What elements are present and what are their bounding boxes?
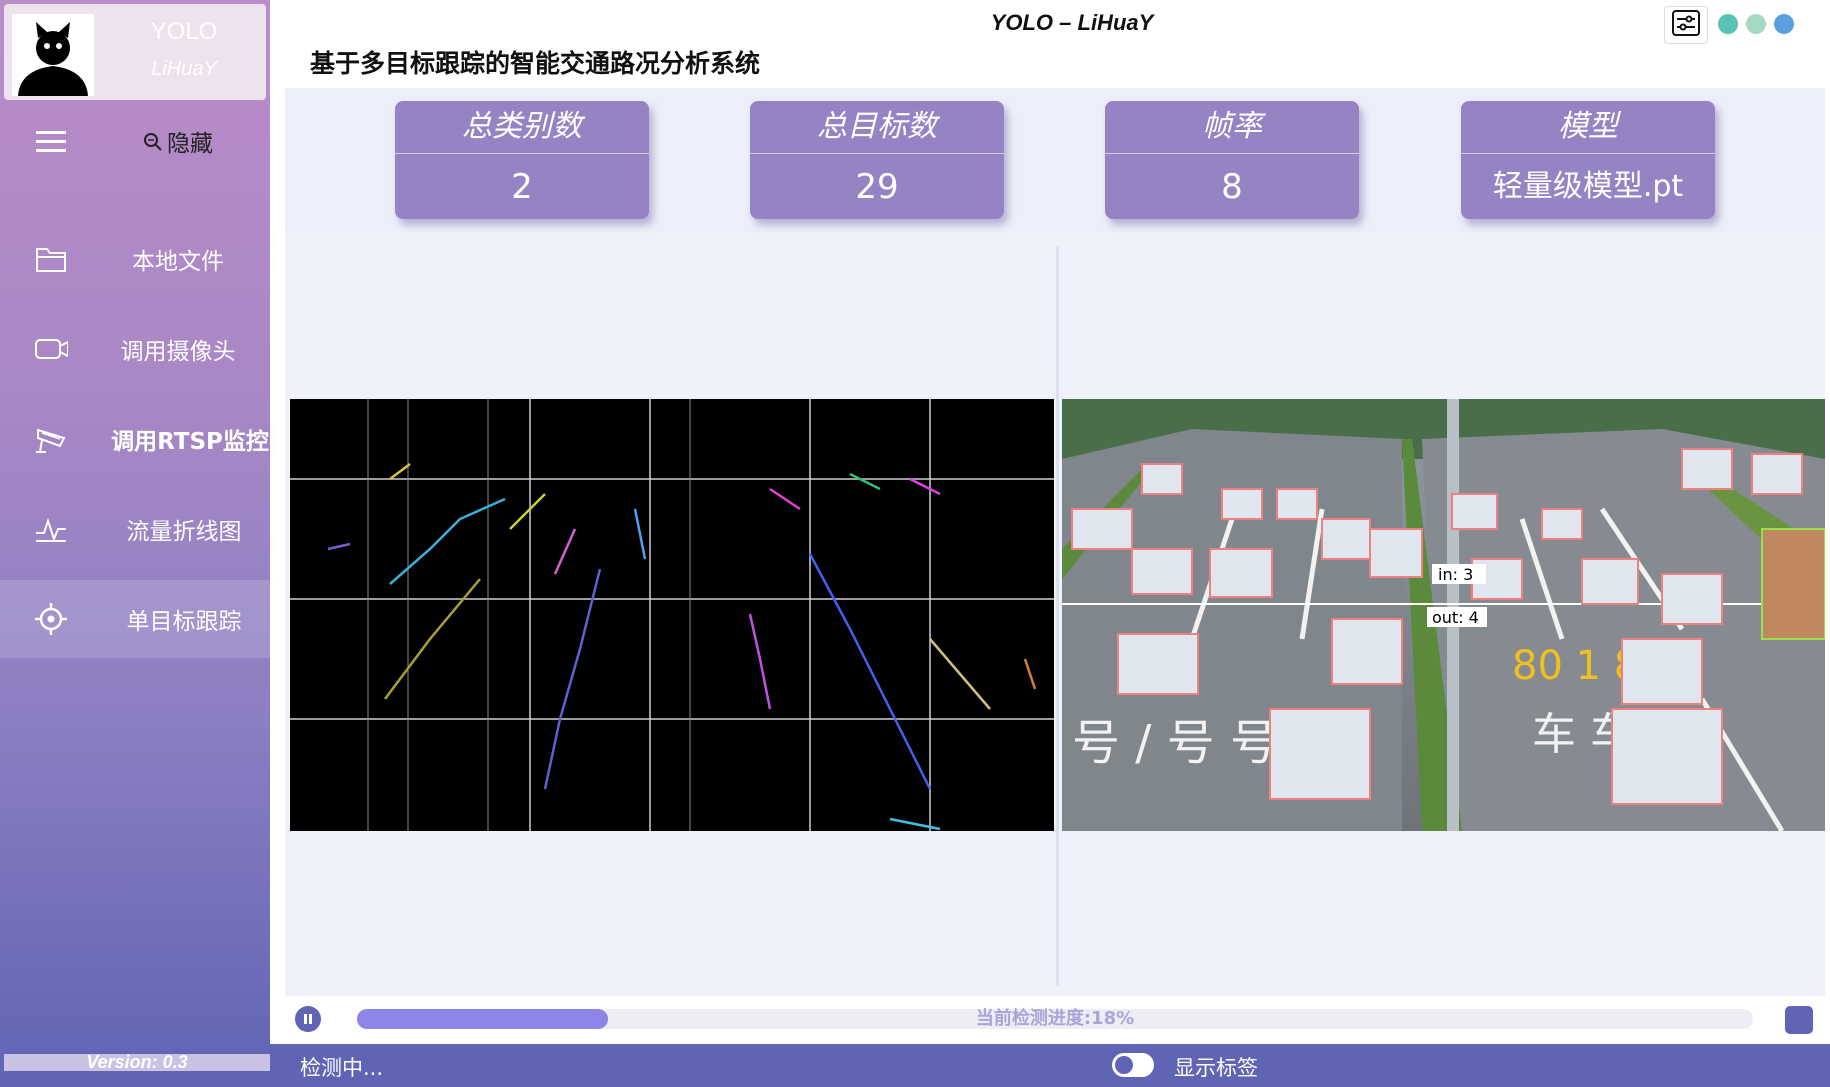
sidebar-item-label: 隐藏	[167, 131, 213, 157]
stat-card-model: 模型 轻量级模型.pt	[1461, 101, 1715, 219]
folder-icon	[34, 242, 68, 276]
stat-card-targets: 总目标数 29	[750, 101, 1004, 219]
panel-divider	[1056, 246, 1059, 986]
app-name: YOLO	[150, 18, 218, 45]
pause-icon	[302, 1010, 314, 1029]
title-bar: YOLO – LiHuaY	[272, 0, 1830, 48]
window-title: YOLO – LiHuaY	[990, 10, 1154, 35]
sidebar-item-label: 单目标跟踪	[126, 609, 242, 635]
status-text: 检测中...	[300, 1056, 384, 1080]
svg-text:80 1 8: 80 1 8	[1512, 643, 1639, 689]
show-labels-toggle[interactable]	[1112, 1053, 1154, 1077]
stat-title: 总类别数	[395, 101, 649, 154]
stat-title: 帧率	[1105, 101, 1359, 154]
sidebar-item-label: 流量折线图	[126, 519, 242, 545]
version-label: Version: 0.3	[4, 1053, 270, 1071]
show-labels-label: 显示标签	[1174, 1056, 1258, 1080]
stop-button[interactable]	[1785, 1006, 1813, 1034]
close-button[interactable]	[1774, 14, 1794, 34]
maximize-button[interactable]	[1746, 14, 1766, 34]
stat-title: 模型	[1461, 101, 1715, 154]
sidebar-item-camera[interactable]: 调用摄像头	[0, 310, 270, 388]
toggle-knob	[1115, 1056, 1133, 1074]
progress-row: 当前检测进度:18%	[285, 996, 1825, 1038]
minimize-button[interactable]	[1718, 14, 1738, 34]
progress-label: 当前检测进度:18%	[975, 1008, 1135, 1029]
target-icon	[34, 602, 68, 636]
out-counter-label: out: 4	[1432, 608, 1479, 627]
stat-card-fps: 帧率 8	[1105, 101, 1359, 219]
sidebar-item-hide[interactable]: 隐藏	[0, 102, 270, 180]
search-icon	[143, 132, 163, 158]
stat-card-classes: 总类别数 2	[395, 101, 649, 219]
status-bar: 检测中... 显示标签	[270, 1044, 1830, 1087]
sidebar: YOLO LiHuaY 隐藏 本地文件 调用摄像头 调用RTSP监控 流量折线图…	[0, 0, 270, 1087]
sidebar-item-local-file[interactable]: 本地文件	[0, 220, 270, 298]
profile-card: YOLO LiHuaY	[4, 4, 266, 100]
stat-value: 29	[855, 167, 899, 207]
camera-icon	[34, 332, 68, 366]
trajectory-image	[290, 399, 1054, 831]
pulse-icon	[34, 512, 68, 546]
stat-value: 轻量级模型.pt	[1492, 169, 1684, 204]
sidebar-item-flow-chart[interactable]: 流量折线图	[0, 490, 270, 568]
detection-image: 80 1 8 号 / 号 号 车 车 in: 3 out: 4	[1062, 399, 1826, 833]
stat-value: 8	[1221, 167, 1243, 207]
cctv-icon	[34, 422, 68, 456]
sliders-icon	[1672, 10, 1700, 40]
sidebar-item-label: 调用摄像头	[120, 339, 236, 365]
stat-value: 2	[511, 167, 533, 207]
in-counter-label: in: 3	[1438, 565, 1473, 584]
app-subtitle: LiHuaY	[151, 58, 217, 80]
svg-text:号 / 号 号: 号 / 号 号	[1072, 715, 1278, 771]
sidebar-item-rtsp[interactable]: 调用RTSP监控	[0, 400, 270, 478]
sidebar-item-single-target[interactable]: 单目标跟踪	[0, 580, 270, 658]
sidebar-item-label: 本地文件	[132, 249, 224, 275]
progress-bar[interactable]: 当前检测进度:18%	[357, 1009, 1753, 1029]
menu-icon	[34, 124, 68, 158]
settings-button[interactable]	[1664, 6, 1708, 44]
sidebar-item-label: 调用RTSP监控	[111, 429, 269, 455]
avatar	[12, 14, 94, 96]
stat-title: 总目标数	[750, 101, 1004, 154]
pause-button[interactable]	[295, 1006, 321, 1032]
page-title: 基于多目标跟踪的智能交通路况分析系统	[310, 49, 761, 78]
